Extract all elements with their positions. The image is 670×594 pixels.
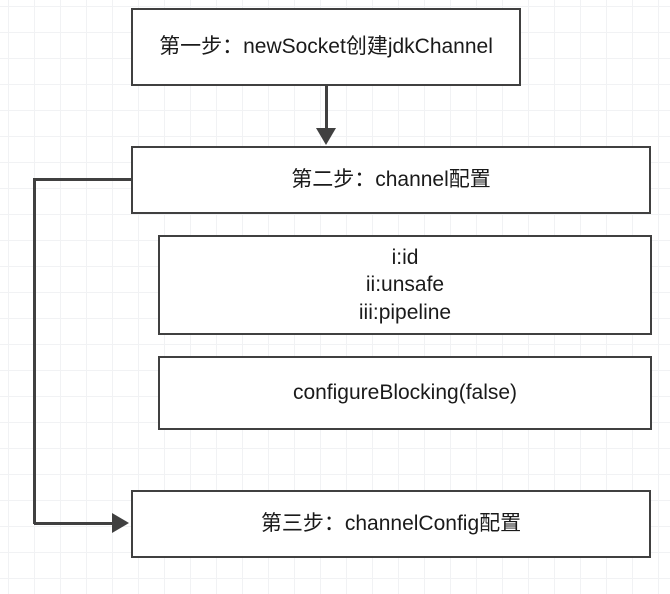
- config-box: configureBlocking(false): [158, 356, 652, 430]
- step2-box: 第二步：channel配置: [131, 146, 651, 214]
- connector-step3-left: [34, 522, 112, 525]
- arrow-into-step3-head: [112, 513, 129, 533]
- step3-box: 第三步：channelConfig配置: [131, 490, 651, 558]
- diagram-stage: 第一步：newSocket创建jdkChannel 第二步：channel配置 …: [0, 0, 670, 594]
- connector-left-vertical: [33, 178, 36, 524]
- arrow-step1-to-step2: [325, 86, 328, 129]
- step3-label: 第三步：channelConfig配置: [261, 510, 521, 537]
- step1-box: 第一步：newSocket创建jdkChannel: [131, 8, 521, 86]
- detail-label: i:id ii:unsafe iii:pipeline: [359, 244, 451, 326]
- config-label: configureBlocking(false): [293, 379, 517, 406]
- step2-label: 第二步：channel配置: [291, 166, 491, 193]
- detail-box: i:id ii:unsafe iii:pipeline: [158, 235, 652, 335]
- step1-label: 第一步：newSocket创建jdkChannel: [159, 33, 493, 60]
- arrow-step1-to-step2-head: [316, 128, 336, 145]
- connector-step2-left: [34, 178, 131, 181]
